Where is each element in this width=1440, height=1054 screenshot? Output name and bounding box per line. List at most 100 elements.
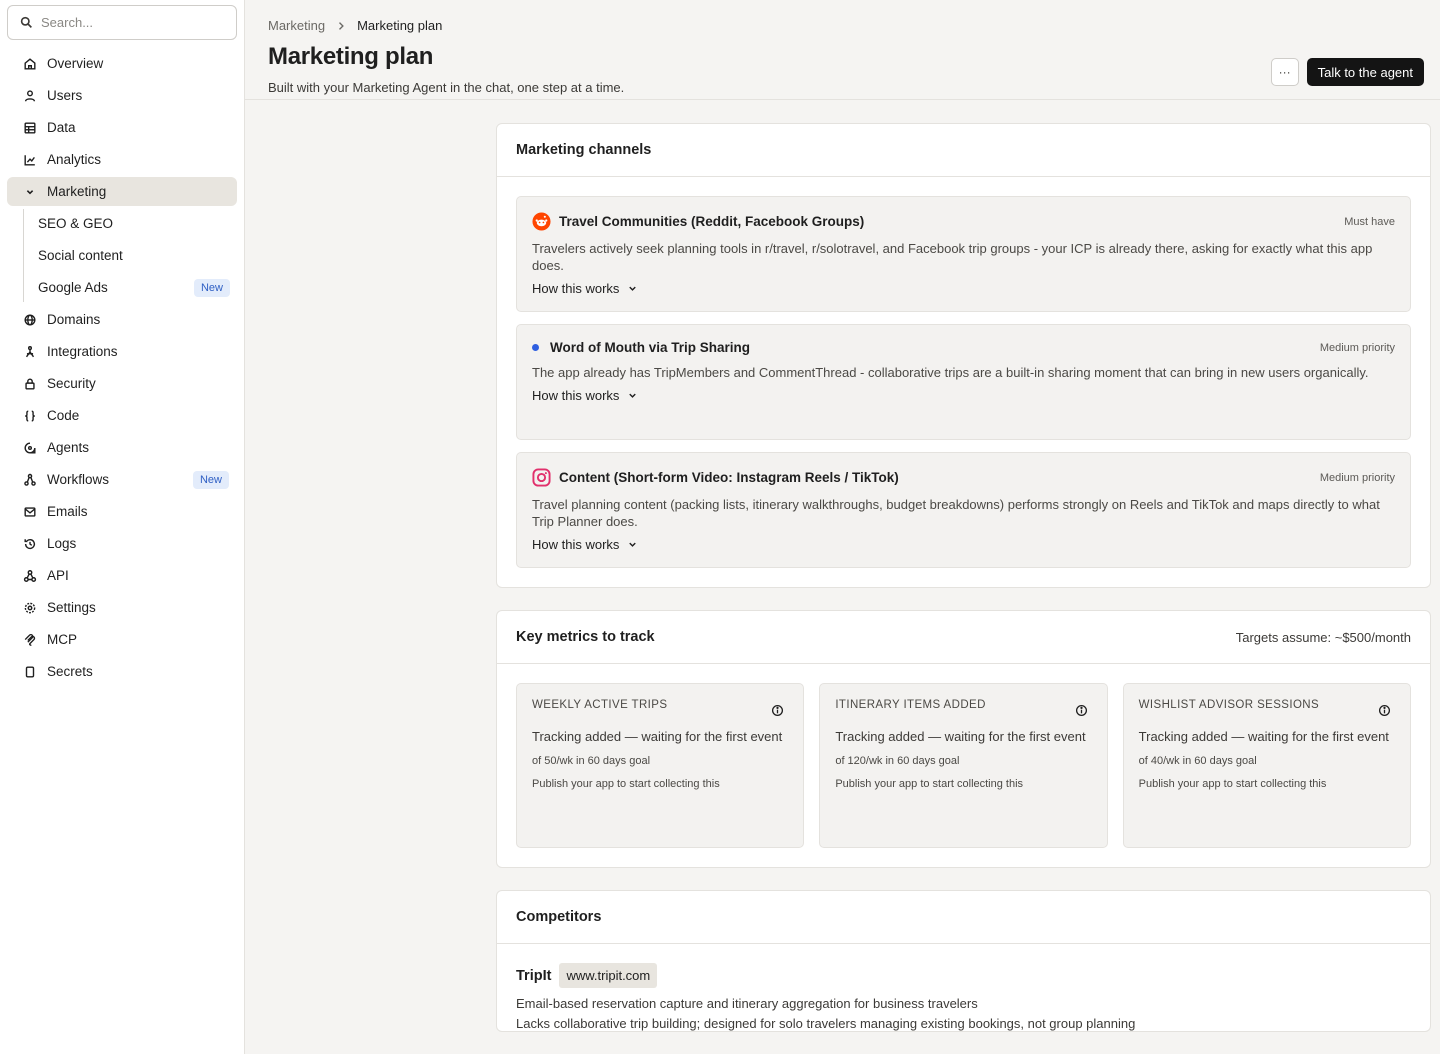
chevron-right-icon xyxy=(339,21,344,30)
sidebar-item-label: Data xyxy=(47,120,76,135)
sidebar-item-logs[interactable]: Logs xyxy=(7,529,237,558)
info-icon[interactable] xyxy=(1378,704,1391,717)
channel-item: Travel Communities (Reddit, Facebook Gro… xyxy=(516,196,1411,312)
code-braces-icon xyxy=(25,409,35,422)
channel-item: Word of Mouth via Trip Sharing Medium pr… xyxy=(516,324,1411,440)
how-this-works-toggle[interactable]: How this works xyxy=(532,537,1395,552)
sidebar-item-mcp[interactable]: MCP xyxy=(7,625,237,654)
sidebar-item-code[interactable]: Code xyxy=(7,401,237,430)
channel-name: Word of Mouth via Trip Sharing xyxy=(550,340,750,355)
channel-description: Travel planning content (packing lists, … xyxy=(532,497,1380,529)
sidebar: Search... Overview Users Data Analytics … xyxy=(0,0,245,1054)
sidebar-item-integrations[interactable]: Integrations xyxy=(7,337,237,366)
sidebar-item-users[interactable]: Users xyxy=(7,81,237,110)
agent-icon xyxy=(24,441,36,454)
info-icon[interactable] xyxy=(771,704,784,717)
sidebar-item-label: Overview xyxy=(47,56,104,71)
users-icon xyxy=(24,89,36,101)
breadcrumb: Marketing Marketing plan xyxy=(268,18,1424,33)
header-actions: ··· Talk to the agent xyxy=(1270,58,1424,86)
sidebar-item-settings[interactable]: Settings xyxy=(7,593,237,622)
talk-to-agent-button[interactable]: Talk to the agent xyxy=(1306,58,1424,86)
channel-name: Content (Short-form Video: Instagram Ree… xyxy=(559,470,899,485)
plan-content: Marketing channels Travel Communities (R… xyxy=(245,100,1440,1054)
sidebar-item-emails[interactable]: Emails xyxy=(7,497,237,526)
sidebar-item-label: API xyxy=(47,568,69,583)
chevron-down-icon xyxy=(629,542,637,547)
competitor-url-link[interactable]: www.tripit.com xyxy=(559,963,658,988)
competitor-gap: Lacks collaborative trip building; desig… xyxy=(516,1016,1136,1031)
globe-icon xyxy=(24,313,36,326)
search-placeholder: Search... xyxy=(41,15,94,30)
sidebar-item-security[interactable]: Security xyxy=(7,369,237,398)
metric-goal: of 40/wk in 60 days goal xyxy=(1138,755,1257,767)
sidebar-item-label: Users xyxy=(47,88,83,103)
card-header: Key metrics to track Targets assume: ~$5… xyxy=(497,611,1430,664)
sidebar-item-workflows[interactable]: Workflows New xyxy=(7,465,237,494)
metric-card: WEEKLY ACTIVE TRIPS Tracking added — wai… xyxy=(516,683,805,848)
sidebar-subitem-google-ads[interactable]: Google Ads New xyxy=(24,273,237,302)
sidebar-item-label: Analytics xyxy=(47,152,102,167)
search-icon xyxy=(20,16,32,28)
page-title: Marketing plan xyxy=(268,43,434,70)
breadcrumb-item-marketing[interactable]: Marketing xyxy=(268,18,325,33)
metric-goal: of 50/wk in 60 days goal xyxy=(532,755,651,767)
card-header: Competitors xyxy=(497,891,1430,944)
competitor-name: TripIt xyxy=(516,967,552,984)
sidebar-item-label: Secrets xyxy=(47,664,93,679)
metric-card: ITINERARY ITEMS ADDED Tracking added — w… xyxy=(819,683,1108,848)
metric-label: WEEKLY ACTIVE TRIPS xyxy=(532,699,668,711)
sidebar-item-api[interactable]: API xyxy=(7,561,237,590)
sidebar-item-secrets[interactable]: Secrets xyxy=(7,657,237,686)
metric-status: Tracking added — waiting for the first e… xyxy=(835,729,1086,744)
metric-list: WEEKLY ACTIVE TRIPS Tracking added — wai… xyxy=(497,664,1430,867)
more-options-button[interactable]: ··· xyxy=(1270,58,1299,86)
card-title: Competitors xyxy=(516,909,602,925)
how-this-works-toggle[interactable]: How this works xyxy=(532,388,1395,403)
competitors-card: Competitors TripIt www.tripit.com Email-… xyxy=(496,890,1431,1032)
card-title: Marketing channels xyxy=(516,142,652,158)
competitor-list: TripIt www.tripit.com Email-based reserv… xyxy=(497,944,1430,1031)
search-input[interactable]: Search... xyxy=(7,5,237,40)
channel-list: Travel Communities (Reddit, Facebook Gro… xyxy=(497,177,1430,587)
instagram-icon xyxy=(532,468,551,487)
metric-status: Tracking added — waiting for the first e… xyxy=(1138,729,1389,744)
sidebar-subitem-label: Social content xyxy=(38,248,123,263)
how-this-works-toggle[interactable]: How this works xyxy=(532,281,1395,296)
sidebar-item-domains[interactable]: Domains xyxy=(7,305,237,334)
api-icon xyxy=(23,569,37,582)
sidebar-item-label: MCP xyxy=(47,632,77,647)
sidebar-nav: Overview Users Data Analytics Marketing … xyxy=(7,49,237,686)
info-icon[interactable] xyxy=(1075,704,1088,717)
metric-hint: Publish your app to start collecting thi… xyxy=(835,778,1024,790)
sidebar-item-label: Marketing xyxy=(47,184,107,199)
metric-status: Tracking added — waiting for the first e… xyxy=(532,729,783,744)
history-icon xyxy=(24,538,36,549)
main-content: Marketing Marketing plan Marketing plan … xyxy=(245,0,1440,1054)
metric-hint: Publish your app to start collecting thi… xyxy=(1138,778,1327,790)
sidebar-item-data[interactable]: Data xyxy=(7,113,237,142)
sidebar-item-overview[interactable]: Overview xyxy=(7,49,237,78)
table-icon xyxy=(24,121,36,134)
sidebar-item-agents[interactable]: Agents xyxy=(7,433,237,462)
toggle-label: How this works xyxy=(532,281,620,296)
integrations-icon xyxy=(25,345,35,357)
competitor-description: Email-based reservation capture and itin… xyxy=(516,996,978,1011)
sidebar-subitem-seo-geo[interactable]: SEO & GEO xyxy=(24,209,237,238)
lock-icon xyxy=(25,378,35,390)
metric-goal: of 120/wk in 60 days goal xyxy=(835,755,960,767)
sidebar-item-label: Settings xyxy=(47,600,96,615)
mcp-icon xyxy=(24,633,36,646)
new-badge: New xyxy=(193,278,230,297)
key-metrics-card: Key metrics to track Targets assume: ~$5… xyxy=(496,610,1431,868)
sidebar-subitem-social-content[interactable]: Social content xyxy=(24,241,237,270)
metric-card: WISHLIST ADVISOR SESSIONS Tracking added… xyxy=(1122,683,1411,848)
blue-dot-icon xyxy=(532,344,539,351)
sidebar-item-label: Workflows xyxy=(47,472,110,487)
file-icon xyxy=(25,665,35,678)
toggle-label: How this works xyxy=(532,388,620,403)
sidebar-item-marketing[interactable]: Marketing xyxy=(7,177,237,206)
sidebar-item-analytics[interactable]: Analytics xyxy=(7,145,237,174)
channel-item: Content (Short-form Video: Instagram Ree… xyxy=(516,452,1411,568)
chevron-down-icon xyxy=(629,286,637,291)
